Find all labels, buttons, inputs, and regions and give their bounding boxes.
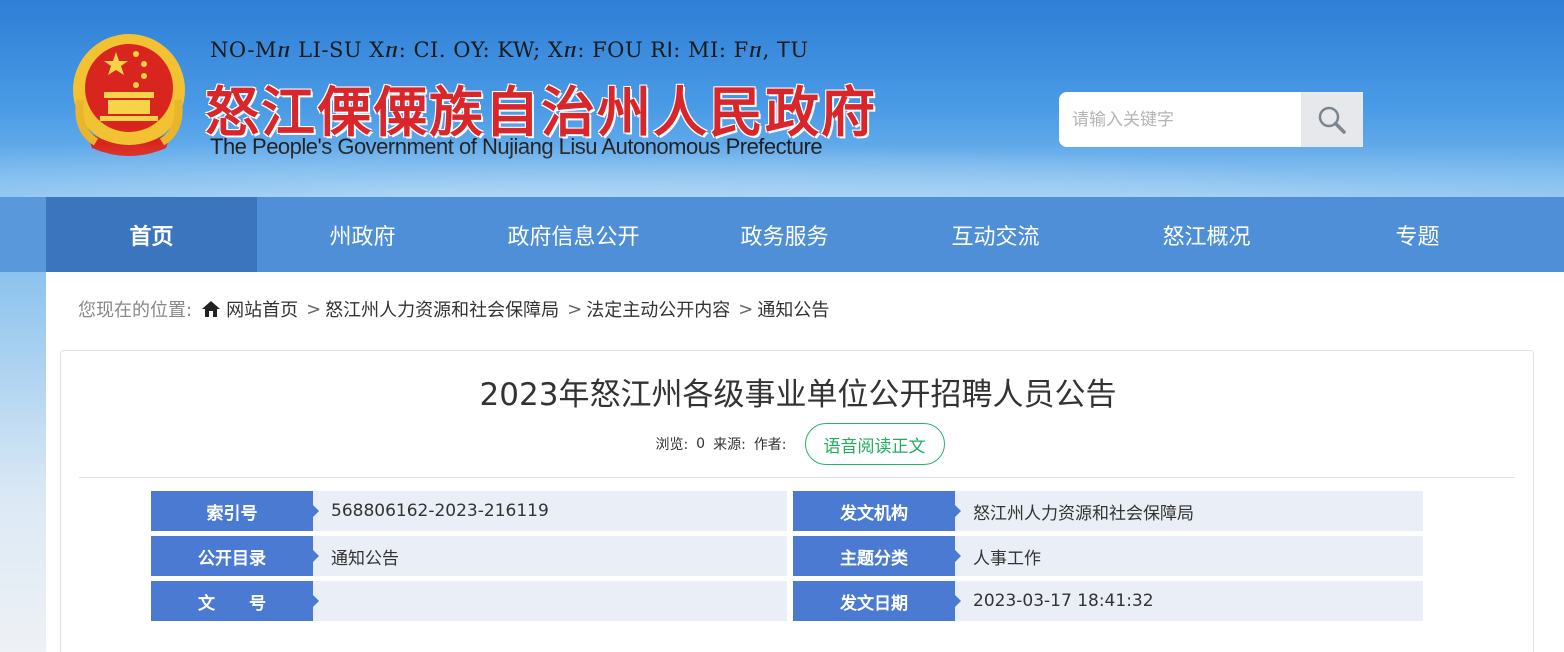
views-label: 浏览: — [655, 437, 689, 453]
info-value-issuer: 怒江州人力资源和社会保障局 — [955, 491, 1423, 531]
breadcrumb-separator: > — [738, 298, 754, 320]
info-cell: 主题分类 人事工作 — [793, 536, 1423, 576]
breadcrumb-lead: 您现在的位置: — [78, 300, 193, 321]
nav-side-band — [0, 197, 46, 272]
info-row: 公开目录 通知公告 主题分类 人事工作 — [151, 536, 1423, 576]
document-info-table: 索引号 568806162-2023-216119 发文机构 怒江州人力资源和社… — [151, 491, 1423, 626]
article-meta: 浏览: 0 来源: 作者: 语音阅读正文 — [61, 423, 1535, 465]
nav-item-government[interactable]: 州政府 — [257, 197, 468, 272]
breadcrumb-separator: > — [306, 298, 322, 320]
breadcrumb-bureau[interactable]: 怒江州人力资源和社会保障局 — [325, 296, 559, 322]
info-cell: 发文机构 怒江州人力资源和社会保障局 — [793, 491, 1423, 531]
nav-item-info-disclosure[interactable]: 政府信息公开 — [468, 197, 679, 272]
breadcrumb: 您现在的位置: 网站首页 > 怒江州人力资源和社会保障局 > 法定主动公开内容 … — [78, 296, 829, 322]
article-title: 2023年怒江州各级事业单位公开招聘人员公告 — [479, 377, 1117, 413]
info-value-catalog: 通知公告 — [313, 536, 787, 576]
views-count: 0 — [696, 436, 706, 452]
info-label-date: 发文日期 — [793, 581, 961, 621]
info-label-issuer: 发文机构 — [793, 491, 961, 531]
nav-item-services[interactable]: 政务服务 — [679, 197, 890, 272]
info-cell: 文 号 — [151, 581, 787, 621]
header-banner: NO-Mⴖ LI-SU Xⴖ: CI. OY: KW; Xⴖ: FOU Rꓲ: … — [0, 0, 1564, 198]
divider — [79, 477, 1515, 478]
search-input[interactable] — [1059, 92, 1301, 147]
breadcrumb-separator: > — [567, 298, 583, 320]
voice-read-button[interactable]: 语音阅读正文 — [804, 423, 945, 465]
breadcrumb-notices[interactable]: 通知公告 — [757, 296, 829, 322]
nav-item-interaction[interactable]: 互动交流 — [890, 197, 1101, 272]
breadcrumb-disclosure[interactable]: 法定主动公开内容 — [586, 296, 730, 322]
search-button[interactable] — [1301, 92, 1363, 147]
info-value-doc-number — [313, 581, 787, 621]
main-nav: 首页 州政府 政府信息公开 政务服务 互动交流 怒江概况 专题 — [46, 197, 1564, 272]
info-cell: 索引号 568806162-2023-216119 — [151, 491, 787, 531]
nav-item-overview[interactable]: 怒江概况 — [1101, 197, 1312, 272]
site-title-lisu: NO-Mⴖ LI-SU Xⴖ: CI. OY: KW; Xⴖ: FOU Rꓲ: … — [210, 38, 809, 62]
search-icon — [1318, 106, 1346, 134]
info-value-date: 2023-03-17 18:41:32 — [955, 581, 1423, 621]
author-label: 作者: — [753, 437, 787, 453]
source-label: 来源: — [713, 437, 746, 453]
site-title-english: The People's Government of Nujiang Lisu … — [210, 134, 823, 159]
info-cell: 发文日期 2023-03-17 18:41:32 — [793, 581, 1423, 621]
info-value-index: 568806162-2023-216119 — [313, 491, 787, 531]
nav-item-topics[interactable]: 专题 — [1312, 197, 1523, 272]
info-label-catalog: 公开目录 — [151, 536, 319, 576]
article-panel: 2023年怒江州各级事业单位公开招聘人员公告 浏览: 0 来源: 作者: 语音阅… — [60, 350, 1534, 652]
home-icon — [202, 301, 221, 317]
page-background — [0, 272, 46, 652]
info-cell: 公开目录 通知公告 — [151, 536, 787, 576]
info-row: 文 号 发文日期 2023-03-17 18:41:32 — [151, 581, 1423, 621]
info-label-doc-number: 文 号 — [151, 581, 319, 621]
national-emblem-icon — [73, 34, 185, 156]
nav-item-home[interactable]: 首页 — [46, 197, 257, 272]
breadcrumb-home[interactable]: 网站首页 — [226, 296, 298, 322]
search-box — [1059, 92, 1363, 147]
site-title: 怒江傈僳族自治州人民政府 — [205, 81, 877, 144]
info-value-category: 人事工作 — [955, 536, 1423, 576]
info-label-category: 主题分类 — [793, 536, 961, 576]
main-content: 您现在的位置: 网站首页 > 怒江州人力资源和社会保障局 > 法定主动公开内容 … — [46, 272, 1564, 652]
info-row: 索引号 568806162-2023-216119 发文机构 怒江州人力资源和社… — [151, 491, 1423, 531]
info-label-index: 索引号 — [151, 491, 319, 531]
